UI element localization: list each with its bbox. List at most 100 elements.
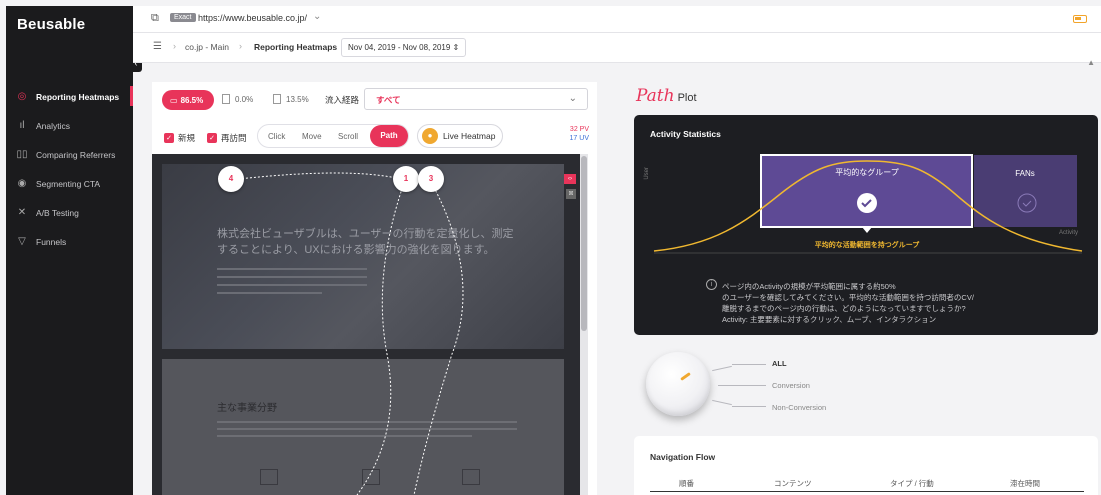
heatmap-canvas[interactable]: 株式会社ビューザブルは、ユーザーの行動を定量化し、測定することにより、UXにおけ… [152, 154, 588, 495]
sidebar-item-ab-testing[interactable]: ✕ A/B Testing [6, 198, 133, 227]
breadcrumb: ☰ › co.jp - Main › Reporting Heatmaps No… [133, 33, 1101, 67]
chevron-down-icon: ⌄ [568, 93, 577, 104]
sidebar-item-funnels[interactable]: ▽ Funnels [6, 227, 133, 256]
sidebar: Beusable ◎ Reporting Heatmaps ıl Analyti… [6, 6, 133, 495]
return-visitor-checkbox[interactable]: ✓ 再訪問 [207, 132, 247, 144]
note-line: のユーザーを確認してみてください。平均的な活動範囲を持つ訪問者のCV/ [722, 293, 974, 302]
mode-scroll[interactable]: Scroll [338, 132, 358, 141]
segment-all[interactable]: ALL [772, 359, 787, 368]
scrollbar-thumb[interactable] [581, 156, 587, 331]
referrer-label: 流入経路 [325, 95, 360, 105]
sidebar-item-label: Segmenting CTA [36, 178, 101, 189]
sort-arrows-icon: ⇕ [452, 43, 460, 52]
bar-chart-icon: ıl [19, 120, 25, 131]
new-visitor-label: 新規 [178, 133, 196, 143]
y-axis-label: User [644, 167, 650, 180]
fans-label: FANs [1015, 169, 1035, 178]
menu-icon[interactable]: ☰ [153, 41, 162, 52]
sidebar-item-analytics[interactable]: ıl Analytics [6, 111, 133, 140]
breadcrumb-item-current: Reporting Heatmaps [254, 42, 338, 52]
new-visitor-checkbox[interactable]: ✓ 新規 [164, 132, 195, 144]
segment-conversion[interactable]: Conversion [772, 381, 810, 390]
note-line: ページ内のActivityの規模が平均範囲に属する約50% [722, 282, 896, 291]
desktop-pct: 86.5% [180, 95, 204, 105]
heatmap-scrollbar[interactable] [580, 154, 588, 495]
sidebar-item-reporting-heatmaps[interactable]: ◎ Reporting Heatmaps [6, 82, 133, 111]
external-link-icon[interactable]: ⧉ [151, 12, 159, 25]
mode-move[interactable]: Move [302, 132, 322, 141]
connector [712, 399, 732, 406]
referrer-value: すべて [376, 95, 401, 105]
tablet-stat[interactable]: 0.0% [222, 94, 253, 104]
sidebar-item-label: Funnels [36, 236, 67, 247]
column-header: 滞在時間 [1010, 479, 1040, 488]
navflow-title: Navigation Flow [650, 452, 716, 462]
x-axis-label: Activity [1059, 230, 1078, 236]
live-icon: ● [422, 128, 438, 144]
element-badge-secondary[interactable]: ⊠ [566, 189, 576, 199]
url-bar: ⧉ Exact https://www.beusable.co.jp/ ⌄ [133, 6, 1101, 33]
path-node[interactable]: 3 [418, 166, 444, 192]
scroll-up-icon[interactable]: ▲ [1087, 58, 1095, 67]
filter-row: ✓ 新規 ✓ 再訪問 Click Move Scroll Path ● Live… [152, 122, 597, 152]
live-heatmap-button[interactable]: ● Live Heatmap [417, 124, 503, 148]
activity-chart: 平均的なグループ FANs 平均的な活動範囲を持つグループ Activity U… [644, 154, 1083, 254]
connector [732, 364, 766, 365]
date-range-value: Nov 04, 2019 - Nov 08, 2019 [348, 43, 451, 52]
mode-click[interactable]: Click [268, 132, 285, 141]
check-icon: ✓ [207, 133, 217, 143]
signal-icon: ◉ [17, 178, 27, 189]
exact-badge: Exact [170, 13, 196, 22]
sidebar-nav: ◎ Reporting Heatmaps ıl Analytics ▯▯ Com… [6, 82, 133, 256]
check-icon: ✓ [164, 133, 174, 143]
mobile-pct: 13.5% [286, 94, 309, 104]
mobile-icon [273, 94, 281, 104]
mode-path[interactable]: Path [370, 125, 408, 147]
page-url[interactable]: https://www.beusable.co.jp/ [198, 13, 307, 23]
fans-group-box [974, 155, 1077, 227]
compare-icon: ▯▯ [16, 149, 28, 160]
table-rule [650, 491, 1084, 492]
breadcrumb-item-site[interactable]: co.jp - Main [185, 42, 229, 52]
sidebar-item-label: Analytics [36, 120, 71, 131]
heatmap-panel: ▭ 86.5% 0.0% 13.5% 流入経路 すべて ⌄ ✓ 新規 ✓ 再訪問… [152, 82, 597, 495]
activity-note: ページ内のActivityの規模が平均範囲に属する約50% のユーザーを確認して… [706, 281, 1066, 325]
chevron-down-icon[interactable]: ⌄ [313, 11, 321, 22]
sidebar-item-segmenting-cta[interactable]: ◉ Segmenting CTA [6, 169, 133, 198]
monitor-icon: ▭ [170, 95, 178, 105]
date-range-select[interactable]: Nov 04, 2019 - Nov 08, 2019 ⇕ [341, 38, 467, 57]
tablet-icon [222, 94, 230, 104]
connector [732, 406, 766, 407]
sidebar-item-comparing-referrers[interactable]: ▯▯ Comparing Referrers [6, 140, 133, 169]
path-node[interactable]: 1 [393, 166, 419, 192]
battery-icon [1073, 15, 1087, 23]
tablet-pct: 0.0% [235, 94, 254, 104]
average-group-box [760, 154, 973, 228]
return-visitor-label: 再訪問 [221, 133, 247, 143]
referrer-select[interactable]: すべて ⌄ [364, 88, 588, 110]
path-node[interactable]: 4 [218, 166, 244, 192]
group-caption: 平均的な活動範囲を持つグループ [815, 240, 921, 249]
mode-switch: Click Move Scroll Path [257, 124, 409, 148]
segment-dial[interactable] [646, 352, 710, 416]
path-title-script: Path [636, 86, 675, 106]
column-header: 順番 [679, 479, 694, 488]
column-header: コンテンツ [774, 479, 812, 488]
desktop-stat-pill[interactable]: ▭ 86.5% [162, 90, 214, 110]
sidebar-item-label: Reporting Heatmaps [36, 91, 120, 102]
chevron-right-icon: › [173, 41, 176, 51]
target-icon: ◎ [17, 91, 27, 102]
sidebar-item-label: A/B Testing [36, 207, 79, 218]
group-label: 平均的なグループ [835, 167, 899, 177]
funnel-icon: ▽ [18, 236, 26, 247]
connector [712, 365, 732, 372]
note-line: 離脱するまでのページ内の行動は、どのようになっていますでしょうか? [722, 304, 966, 313]
element-badge[interactable]: ‹› [564, 174, 576, 184]
column-header: タイプ / 行動 [890, 479, 934, 488]
brand-logo[interactable]: Beusable [17, 16, 85, 33]
mobile-stat[interactable]: 13.5% [273, 94, 309, 104]
uv-count: 17 UV [569, 135, 589, 142]
segment-non-conversion[interactable]: Non-Conversion [772, 403, 826, 412]
path-lines [229, 172, 464, 495]
navigation-flow-card: Navigation Flow 順番 コンテンツ タイプ / 行動 滞在時間 [634, 436, 1098, 495]
